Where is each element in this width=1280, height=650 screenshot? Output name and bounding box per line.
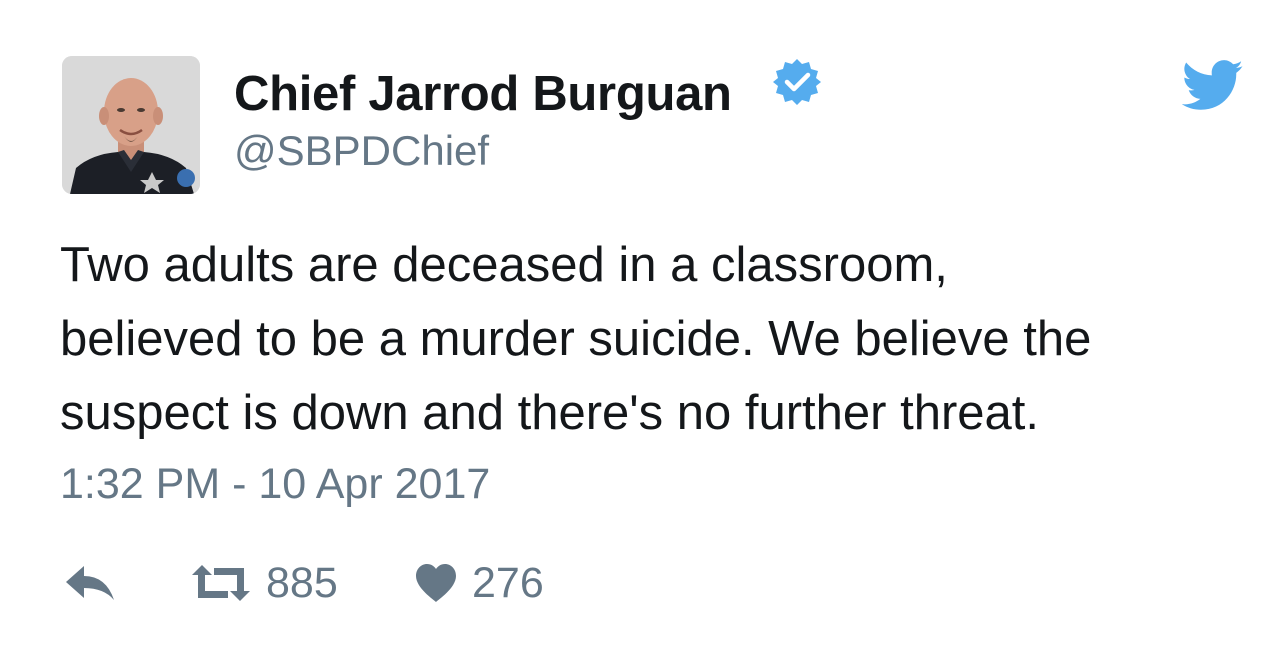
- reply-button[interactable]: [64, 555, 116, 611]
- like-count: 276: [472, 558, 544, 607]
- tweet-text: Two adults are deceased in a classroom, …: [60, 228, 1240, 450]
- verified-badge-icon: [773, 59, 821, 105]
- display-name[interactable]: Chief Jarrod Burguan: [234, 66, 732, 122]
- profile-photo-icon: [62, 56, 200, 194]
- user-handle[interactable]: @SBPDChief: [234, 127, 489, 175]
- tweet-timestamp[interactable]: 1:32 PM - 10 Apr 2017: [60, 460, 490, 509]
- retweet-count: 885: [266, 558, 338, 607]
- tweet-text-line: suspect is down and there's no further t…: [60, 386, 1040, 440]
- tweet-text-line: believed to be a murder suicide. We beli…: [60, 312, 1092, 366]
- twitter-bird-icon[interactable]: [1182, 60, 1244, 112]
- retweet-icon: [192, 565, 250, 601]
- heart-icon: [416, 564, 456, 602]
- tweet-card: Chief Jarrod Burguan @SBPDChief Two adul…: [0, 0, 1280, 650]
- like-button[interactable]: 276: [414, 555, 544, 611]
- tweet-actions: 885 276: [0, 555, 1280, 611]
- avatar[interactable]: [62, 56, 200, 194]
- tweet-text-line: Two adults are deceased in a classroom,: [60, 238, 948, 292]
- reply-icon: [66, 566, 114, 600]
- retweet-button[interactable]: 885: [190, 555, 338, 611]
